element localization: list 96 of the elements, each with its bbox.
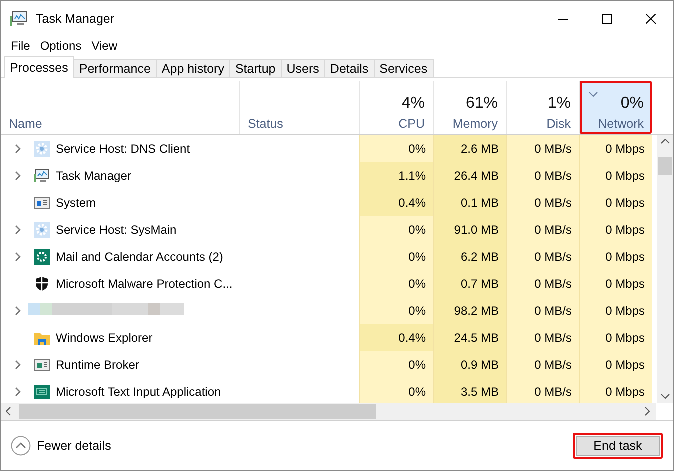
maximize-icon: [602, 14, 612, 24]
process-name: Service Host: DNS Client: [56, 142, 190, 156]
disk-usage: 0 MB/s: [506, 270, 579, 297]
gear-icon: [34, 248, 50, 264]
memory-usage: 6.2 MB: [433, 243, 506, 270]
gear-icon: [34, 222, 50, 238]
cpu-usage: 0%: [359, 378, 433, 403]
disk-usage: 0 MB/s: [506, 135, 579, 162]
column-header[interactable]: Name: [1, 81, 239, 134]
expand-chevron-icon[interactable]: [14, 306, 20, 316]
memory-usage: 0.7 MB: [433, 270, 506, 297]
monitor-icon: [34, 168, 50, 184]
disk-usage: 0 MB/s: [506, 378, 579, 403]
app-icon: [10, 11, 28, 27]
network-usage: 0 Mbps: [579, 243, 652, 270]
disk-usage: 0 MB/s: [506, 297, 579, 324]
tab[interactable]: App history: [156, 59, 230, 77]
cpu-usage: 0%: [359, 216, 433, 243]
memory-usage: 98.2 MB: [433, 297, 506, 324]
expand-chevron-icon[interactable]: [14, 386, 20, 396]
memory-usage: 3.5 MB: [433, 378, 506, 403]
end-task-button[interactable]: End task: [576, 436, 660, 456]
tab[interactable]: Details: [324, 59, 375, 77]
disk-usage: 0 MB/s: [506, 324, 579, 351]
tab[interactable]: Services: [374, 59, 434, 77]
cpu-usage: 0%: [359, 135, 433, 162]
tab[interactable]: Performance: [73, 59, 157, 77]
process-name: Runtime Broker: [56, 358, 140, 372]
window-icon: [34, 356, 50, 372]
cpu-usage: 1.1%: [359, 162, 433, 189]
cpu-usage: 0%: [359, 270, 433, 297]
disk-usage: 0 MB/s: [506, 216, 579, 243]
scroll-left-icon[interactable]: [6, 407, 11, 416]
scrollbar-thumb[interactable]: [19, 404, 376, 419]
expand-chevron-icon[interactable]: [14, 224, 20, 234]
network-usage: 0 Mbps: [579, 324, 652, 351]
tab[interactable]: Startup: [229, 59, 282, 77]
menu-item[interactable]: View: [92, 39, 118, 53]
disk-usage: 0 MB/s: [506, 189, 579, 216]
network-usage: 0 Mbps: [579, 378, 652, 403]
expand-chevron-icon[interactable]: [14, 360, 20, 370]
gear-icon: [34, 140, 50, 156]
memory-usage: 91.0 MB: [433, 216, 506, 243]
network-usage: 0 Mbps: [579, 216, 652, 243]
disk-usage: 0 MB/s: [506, 243, 579, 270]
tab[interactable]: Users: [280, 59, 326, 77]
menu-item[interactable]: File: [11, 39, 30, 53]
disk-usage: 0 MB/s: [506, 351, 579, 378]
cpu-usage: 0.4%: [359, 324, 433, 351]
cpu-usage: 0.4%: [359, 189, 433, 216]
horizontal-scrollbar[interactable]: [1, 403, 656, 420]
cpu-usage: 0%: [359, 351, 433, 378]
disk-usage: 0 MB/s: [506, 162, 579, 189]
cpu-usage: 0%: [359, 243, 433, 270]
window-title: Task Manager: [36, 12, 115, 26]
process-name: Task Manager: [56, 168, 132, 182]
process-name: System: [56, 196, 96, 210]
network-usage: 0 Mbps: [579, 297, 652, 324]
expand-chevron-icon[interactable]: [14, 252, 20, 262]
network-usage: 0 Mbps: [579, 162, 652, 189]
window-icon: [34, 194, 50, 210]
network-usage: 0 Mbps: [579, 270, 652, 297]
minimize-icon: [558, 18, 568, 20]
tab[interactable]: Processes: [4, 56, 74, 78]
memory-usage: 24.5 MB: [433, 324, 506, 351]
shield-icon: [34, 276, 50, 292]
fewer-details-link[interactable]: Fewer details: [37, 438, 112, 452]
memory-usage: 2.6 MB: [433, 135, 506, 162]
memory-usage: 0.9 MB: [433, 351, 506, 378]
column-header[interactable]: 61% Memory: [433, 81, 506, 134]
process-name: Windows Explorer: [56, 330, 153, 344]
process-name: Microsoft Text Input Application: [56, 384, 222, 398]
scroll-up-icon[interactable]: [660, 139, 670, 144]
memory-usage: 0.1 MB: [433, 189, 506, 216]
process-name: Mail and Calendar Accounts (2): [56, 250, 224, 264]
menu-item[interactable]: Options: [40, 39, 82, 53]
scroll-right-icon[interactable]: [645, 407, 650, 416]
scrollbar-thumb[interactable]: [658, 157, 672, 175]
network-usage: 0 Mbps: [579, 135, 652, 162]
keyboard-icon: [34, 384, 50, 400]
column-header[interactable]: Status: [239, 81, 359, 134]
column-header[interactable]: 0% Network: [579, 81, 652, 134]
close-icon: [646, 14, 656, 24]
sort-caret-icon: [589, 92, 598, 97]
cpu-usage: 0%: [359, 297, 433, 324]
memory-usage: 26.4 MB: [433, 162, 506, 189]
column-header[interactable]: 4% CPU: [359, 81, 433, 134]
expand-chevron-icon[interactable]: [14, 170, 20, 180]
vertical-scrollbar[interactable]: [657, 135, 673, 403]
network-usage: 0 Mbps: [579, 351, 652, 378]
scroll-down-icon[interactable]: [660, 394, 670, 399]
expand-chevron-icon[interactable]: [14, 144, 20, 154]
process-name: Service Host: SysMain: [56, 222, 177, 236]
collapse-icon[interactable]: [11, 436, 31, 456]
process-name: Microsoft Malware Protection C...: [56, 276, 233, 290]
network-usage: 0 Mbps: [579, 189, 652, 216]
